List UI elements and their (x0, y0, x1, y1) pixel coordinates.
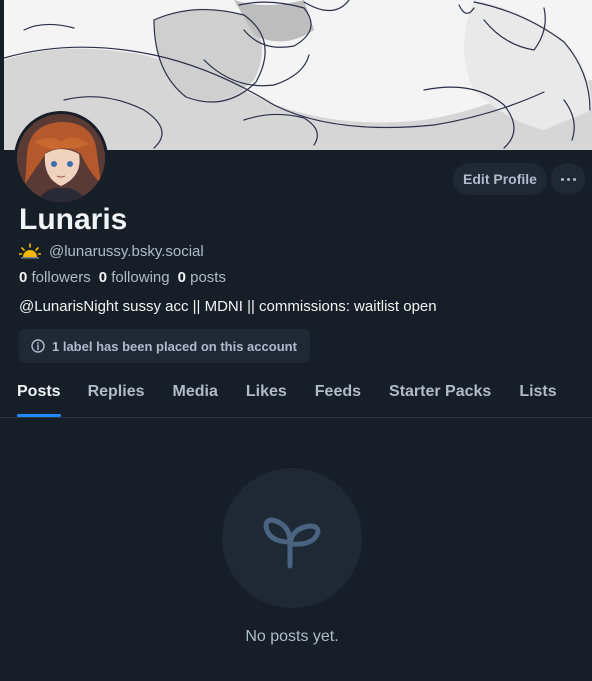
info-circle-icon (31, 339, 45, 353)
label-notice-text: 1 label has been placed on this account (52, 338, 297, 354)
posts-stat: 0 posts (177, 269, 226, 286)
profile-tabs: Posts Replies Media Likes Feeds Starter … (0, 373, 592, 418)
tab-replies[interactable]: Replies (88, 373, 145, 417)
profile-bio: @LunarisNight sussy acc || MDNI || commi… (19, 298, 437, 315)
display-name: Lunaris (19, 203, 128, 236)
tab-likes[interactable]: Likes (246, 373, 287, 417)
edit-profile-button[interactable]: Edit Profile (453, 163, 547, 195)
tab-feeds[interactable]: Feeds (315, 373, 361, 417)
empty-state-text: No posts yet. (245, 628, 339, 645)
more-options-button[interactable] (551, 163, 585, 195)
handle-row: @lunarussy.bsky.social (18, 242, 204, 260)
handle-text[interactable]: @lunarussy.bsky.social (49, 243, 204, 260)
followers-stat[interactable]: 0 followers (19, 269, 91, 286)
sunrise-badge-icon (18, 243, 42, 259)
following-stat[interactable]: 0 following (99, 269, 170, 286)
ellipsis-icon (560, 177, 576, 181)
tab-posts[interactable]: Posts (17, 373, 61, 417)
avatar[interactable] (14, 111, 108, 205)
empty-state-illustration (222, 468, 362, 608)
tab-media[interactable]: Media (173, 373, 218, 417)
tab-lists[interactable]: Lists (519, 373, 556, 417)
moderation-label-notice[interactable]: 1 label has been placed on this account (19, 329, 310, 363)
tab-starter-packs[interactable]: Starter Packs (389, 373, 491, 417)
banner-left-edge (0, 0, 4, 150)
profile-stats: 0 followers 0 following 0 posts (19, 269, 226, 286)
sprout-icon (260, 506, 324, 570)
